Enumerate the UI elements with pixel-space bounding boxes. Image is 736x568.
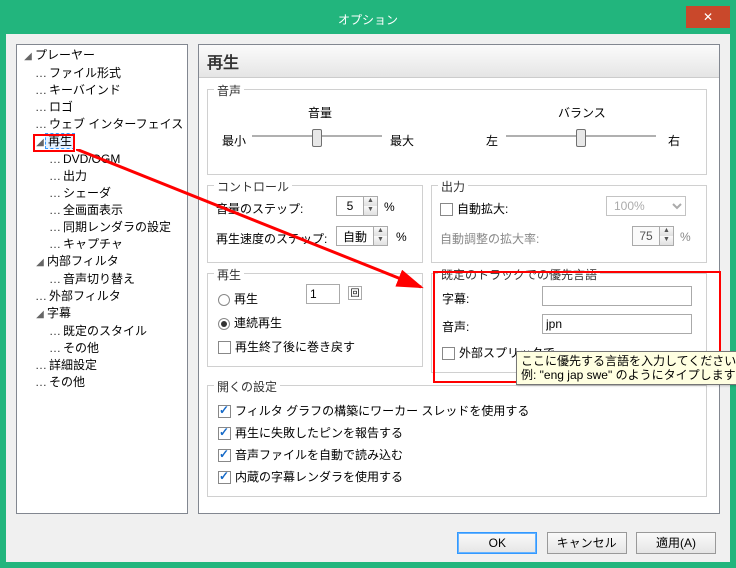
tree-other[interactable]: …その他 [31, 374, 185, 391]
tree-audio-switch[interactable]: …音声切り替え [45, 271, 185, 288]
tree-shader[interactable]: …シェーダ [45, 185, 185, 202]
tree-syncrender[interactable]: …同期レンダラの設定 [45, 219, 185, 236]
open-legend: 開くの設定 [214, 378, 280, 395]
tree-player[interactable]: ◢プレーヤー [19, 47, 185, 65]
balance-label: バランス [558, 104, 606, 121]
cancel-button[interactable]: キャンセル [547, 532, 627, 554]
tooltip-line1: ここに優先する言語を入力してください。 [521, 354, 736, 368]
auto-adjust-label: 自動調整の拡大率: [440, 230, 539, 247]
percent-3: % [680, 230, 691, 244]
playback-once-radio[interactable]: 再生 [218, 290, 258, 307]
volume-step-spinner[interactable]: ▲▼ [336, 196, 378, 216]
settings-panel: 再生 音声 音量 バランス 最小 最大 左 右 コントロール 音量のステップ: … [198, 44, 720, 514]
chevron-up-icon: ▲ [373, 227, 387, 236]
control-fieldset: コントロール 音量のステップ: ▲▼ % 再生速度のステップ: ▲▼ % [207, 185, 423, 263]
audio-input[interactable] [542, 314, 692, 334]
audio-legend: 音声 [214, 82, 244, 99]
tree-dvdogm[interactable]: …DVD/OGM [45, 151, 185, 168]
open-chk1[interactable]: フィルタ グラフの構築にワーカー スレッドを使用する [218, 402, 529, 419]
auto-enlarge-select: 100% [606, 196, 686, 216]
tree-detail[interactable]: …詳細設定 [31, 357, 185, 374]
open-chk3[interactable]: 音声ファイルを自動で読み込む [218, 446, 403, 463]
tooltip: ここに優先する言語を入力してください。 例: "eng jap swe" のよう… [516, 351, 736, 385]
window-title: オプション [338, 13, 398, 27]
open-fieldset: 開くの設定 フィルタ グラフの構築にワーカー スレッドを使用する 再生に失敗した… [207, 385, 707, 497]
tree-external-filters[interactable]: …外部フィルタ [31, 288, 185, 305]
max-label: 最大 [390, 132, 414, 149]
tree-subtitle[interactable]: ◢字幕 [31, 305, 185, 323]
audio-fieldset: 音声 音量 バランス 最小 最大 左 右 [207, 89, 707, 175]
open-chk4[interactable]: 内蔵の字幕レンダラを使用する [218, 468, 403, 485]
percent-1: % [384, 200, 395, 214]
chevron-down-icon: ▼ [363, 206, 377, 215]
apply-button[interactable]: 適用(A) [636, 532, 716, 554]
control-legend: コントロール [214, 178, 292, 195]
rewind-check[interactable]: 再生終了後に巻き戻す [218, 338, 355, 355]
tree-keybind[interactable]: …キーバインド [31, 82, 185, 99]
ok-button[interactable]: OK [457, 532, 537, 554]
balance-slider[interactable] [506, 126, 656, 146]
auto-adjust-spinner: ▲▼ [632, 226, 674, 246]
category-tree[interactable]: ◢プレーヤー …ファイル形式 …キーバインド …ロゴ …ウェブ インターフェイス… [16, 44, 188, 514]
tree-logo[interactable]: …ロゴ [31, 99, 185, 116]
loop-radio[interactable]: 連続再生 [218, 314, 282, 331]
page-title: 再生 [199, 45, 719, 78]
tree-default-style[interactable]: …既定のスタイル [45, 323, 185, 340]
speed-step-spinner[interactable]: ▲▼ [336, 226, 388, 246]
percent-2: % [396, 230, 407, 244]
volume-label: 音量 [308, 104, 332, 121]
auto-enlarge-label: 自動拡大: [457, 202, 508, 216]
tree-fullscreen[interactable]: …全画面表示 [45, 202, 185, 219]
tree-internal-filters[interactable]: ◢内部フィルタ [31, 253, 185, 271]
dialog-buttons: OK キャンセル 適用(A) [451, 532, 716, 554]
output-fieldset: 出力 自動拡大: 100% 自動調整の拡大率: ▲▼ % [431, 185, 707, 263]
chevron-down-icon: ▼ [373, 236, 387, 245]
speed-step-label: 再生速度のステップ: [216, 230, 327, 247]
right-label: 右 [668, 132, 680, 149]
close-icon: ✕ [703, 10, 713, 24]
close-button[interactable]: ✕ [686, 6, 730, 28]
output-legend: 出力 [438, 178, 468, 195]
volume-slider[interactable] [252, 126, 382, 146]
playback-count-input[interactable] [306, 284, 340, 304]
audio-field-label: 音声: [442, 318, 469, 335]
tree-playback[interactable]: ◢再生 [31, 133, 185, 151]
playback-fieldset: 再生 再生 回 連続再生 再生終了後に巻き戻す [207, 273, 423, 367]
left-label: 左 [486, 132, 498, 149]
tooltip-line2: 例: "eng jap swe" のようにタイプします [521, 368, 736, 382]
titlebar: オプション ✕ [6, 6, 730, 34]
repeat-icon[interactable]: 回 [348, 286, 362, 300]
tree-file-formats[interactable]: …ファイル形式 [31, 65, 185, 82]
min-label: 最小 [222, 132, 246, 149]
auto-enlarge-row[interactable]: 自動拡大: [440, 200, 508, 217]
tree-capture[interactable]: …キャプチャ [45, 236, 185, 253]
subtitle-input[interactable] [542, 286, 692, 306]
tree-subtitle-other[interactable]: …その他 [45, 340, 185, 357]
subtitle-field-label: 字幕: [442, 290, 469, 307]
tree-webui[interactable]: …ウェブ インターフェイス [31, 116, 185, 133]
playback-legend: 再生 [214, 266, 244, 283]
preferred-legend: 既定のトラックでの優先言語 [438, 266, 600, 283]
open-chk2[interactable]: 再生に失敗したピンを報告する [218, 424, 403, 441]
options-window: オプション ✕ ◢プレーヤー …ファイル形式 …キーバインド …ロゴ …ウェブ … [6, 6, 730, 562]
tree-output[interactable]: …出力 [45, 168, 185, 185]
volume-step-label: 音量のステップ: [216, 200, 303, 217]
chevron-up-icon: ▲ [363, 197, 377, 206]
